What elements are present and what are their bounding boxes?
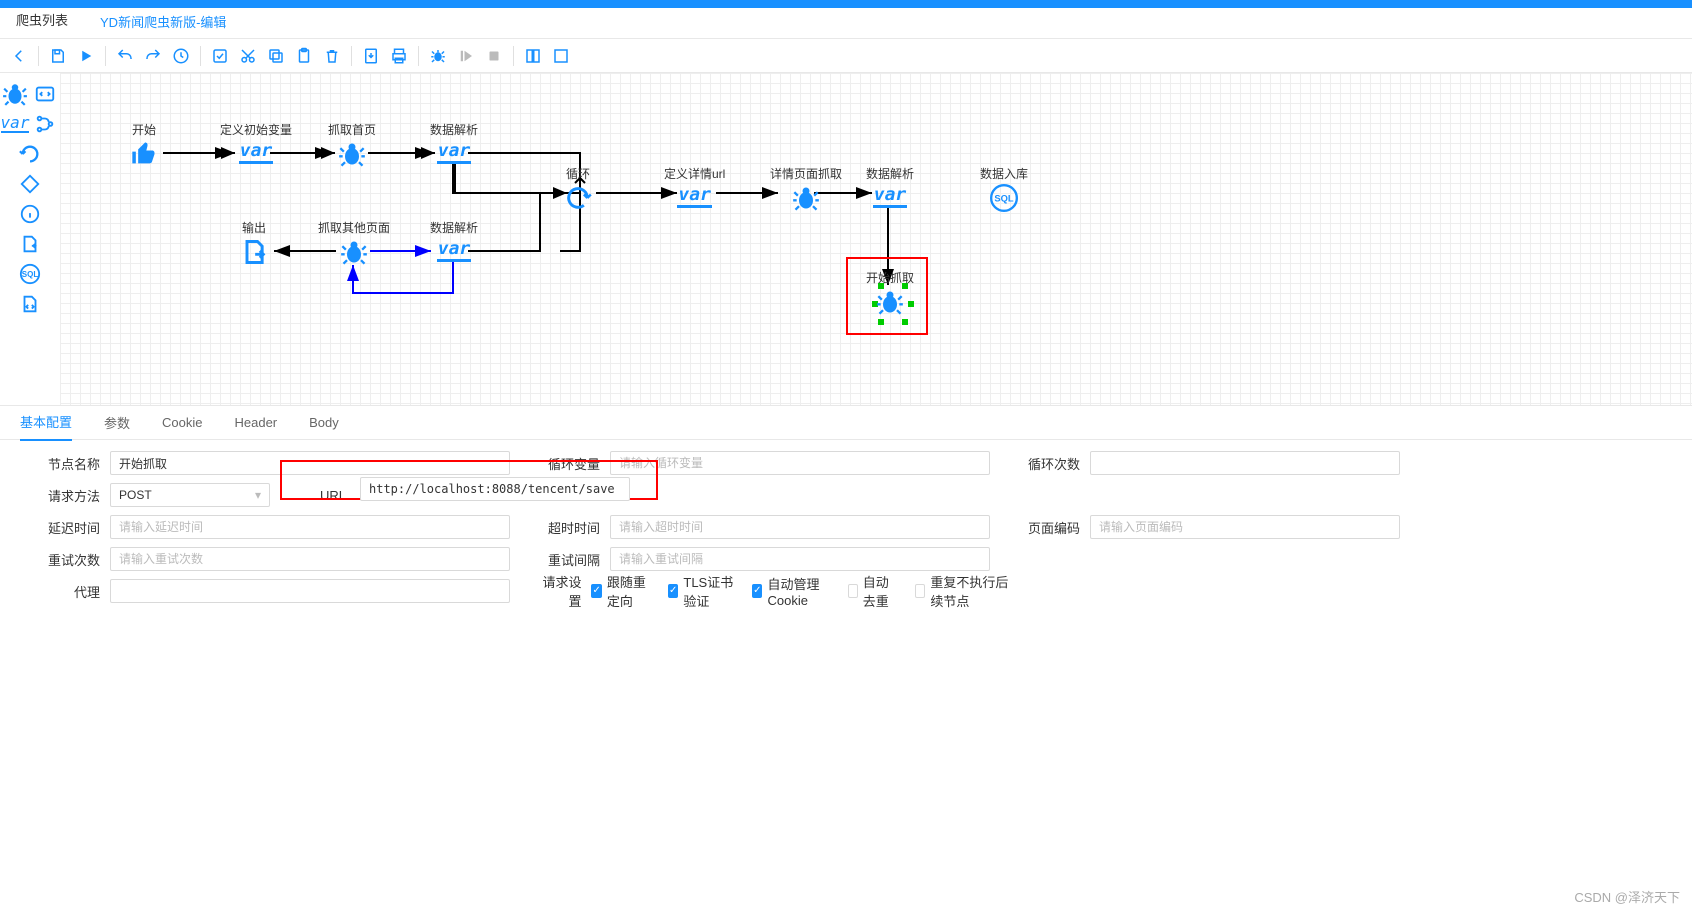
input-retry-interval[interactable] xyxy=(610,547,990,571)
output-icon xyxy=(240,238,268,266)
node-to-db[interactable]: 数据入库 SQL xyxy=(980,165,1028,212)
cb-auto-dedup[interactable]: 自动去重 xyxy=(848,572,897,610)
tab-body[interactable]: Body xyxy=(309,407,339,438)
toolbar xyxy=(0,39,1692,73)
bug-icon xyxy=(876,288,904,316)
input-page-encoding[interactable] xyxy=(1090,515,1400,539)
undo-icon[interactable] xyxy=(112,43,138,69)
node-def-init-var[interactable]: 定义初始变量 var xyxy=(220,121,292,164)
node-crawl-home[interactable]: 抓取首页 xyxy=(328,121,376,168)
label-method: 请求方法 xyxy=(10,486,110,505)
node-start[interactable]: 开始 xyxy=(130,121,158,168)
save-icon[interactable] xyxy=(45,43,71,69)
label-loop-var: 循环变量 xyxy=(530,454,610,473)
step-icon[interactable] xyxy=(453,43,479,69)
node-parse3[interactable]: 数据解析 var xyxy=(430,219,478,262)
paste-icon[interactable] xyxy=(291,43,317,69)
watermark: CSDN @泽济天下 xyxy=(1574,887,1680,906)
node-parse1[interactable]: 数据解析 var xyxy=(430,121,478,164)
debug-icon[interactable] xyxy=(425,43,451,69)
palette-diamond-icon[interactable] xyxy=(17,171,43,197)
bug-icon xyxy=(338,140,366,168)
palette-sql-icon[interactable]: SQL xyxy=(17,261,43,287)
copy-icon[interactable] xyxy=(263,43,289,69)
input-url[interactable] xyxy=(360,477,630,501)
node-start-crawl[interactable]: 开始抓取 xyxy=(866,269,914,316)
panel-tabs: 基本配置 参数 Cookie Header Body xyxy=(0,406,1692,440)
node-loop[interactable]: 循环 xyxy=(564,165,592,212)
tab-basic[interactable]: 基本配置 xyxy=(20,404,72,441)
delete-icon[interactable] xyxy=(319,43,345,69)
input-delay[interactable] xyxy=(110,515,510,539)
palette: var SQL xyxy=(0,73,60,405)
input-proxy[interactable] xyxy=(110,579,510,603)
back-icon[interactable] xyxy=(6,43,32,69)
bug-icon xyxy=(340,238,368,266)
layout1-icon[interactable] xyxy=(520,43,546,69)
label-node-name: 节点名称 xyxy=(10,454,110,473)
label-loop-count: 循环次数 xyxy=(1010,454,1090,473)
svg-text:SQL: SQL xyxy=(994,194,1013,204)
export-icon[interactable] xyxy=(358,43,384,69)
palette-code-icon[interactable] xyxy=(32,81,58,107)
palette-output-icon[interactable] xyxy=(17,231,43,257)
chevron-down-icon: ▾ xyxy=(255,488,261,502)
cut-icon[interactable] xyxy=(235,43,261,69)
play-icon[interactable] xyxy=(73,43,99,69)
label-delay: 延迟时间 xyxy=(10,518,110,537)
flow-canvas[interactable]: 开始 定义初始变量 var 抓取首页 数据解析 var 循环 定义详情url v… xyxy=(60,73,1692,405)
palette-branch-icon[interactable] xyxy=(32,111,58,137)
input-retry[interactable] xyxy=(110,547,510,571)
palette-var-icon[interactable]: var xyxy=(2,111,28,137)
tab-cookie[interactable]: Cookie xyxy=(162,407,202,438)
node-output[interactable]: 输出 xyxy=(240,219,268,266)
label-retry: 重试次数 xyxy=(10,550,110,569)
label-req-settings: 请求设置 xyxy=(530,572,591,610)
palette-info-icon[interactable] xyxy=(17,201,43,227)
input-loop-var[interactable] xyxy=(610,451,990,475)
label-timeout: 超时时间 xyxy=(530,518,610,537)
cb-repeat-no-exec[interactable]: 重复不执行后续节点 xyxy=(915,572,1010,610)
cb-follow-redirect[interactable]: 跟随重定向 xyxy=(591,572,650,610)
page-tabs: 爬虫列表 YD新闻爬虫新版-编辑 xyxy=(0,8,1692,39)
thumbs-up-icon xyxy=(130,140,158,168)
input-loop-count[interactable] xyxy=(1090,451,1400,475)
label-retry-interval: 重试间隔 xyxy=(530,550,610,569)
label-proxy: 代理 xyxy=(10,582,110,601)
palette-loop-icon[interactable] xyxy=(17,141,43,167)
tab-header[interactable]: Header xyxy=(235,407,278,438)
cb-tls-verify[interactable]: TLS证书验证 xyxy=(668,572,734,610)
print-icon[interactable] xyxy=(386,43,412,69)
layout2-icon[interactable] xyxy=(548,43,574,69)
form-area: 节点名称 请求方法 POST ▾ URL 延迟时间 重 xyxy=(0,440,1692,620)
sql-icon: SQL xyxy=(990,184,1018,212)
input-node-name[interactable] xyxy=(110,451,510,475)
stop-icon[interactable] xyxy=(481,43,507,69)
palette-bug-icon[interactable] xyxy=(2,81,28,107)
node-detail-crawl[interactable]: 详情页面抓取 xyxy=(770,165,842,212)
bug-icon xyxy=(792,184,820,212)
loop-icon xyxy=(564,184,592,212)
node-parse2[interactable]: 数据解析 var xyxy=(866,165,914,208)
tab-params[interactable]: 参数 xyxy=(104,405,130,440)
history-icon[interactable] xyxy=(168,43,194,69)
select-all-icon[interactable] xyxy=(207,43,233,69)
label-page-encoding: 页面编码 xyxy=(1010,518,1090,537)
node-def-detail-url[interactable]: 定义详情url var xyxy=(664,165,725,208)
tab-edit[interactable]: YD新闻爬虫新版-编辑 xyxy=(84,5,242,38)
select-method[interactable]: POST ▾ xyxy=(110,483,270,507)
input-timeout[interactable] xyxy=(610,515,990,539)
label-url: URL xyxy=(314,488,354,503)
palette-script-icon[interactable] xyxy=(17,291,43,317)
cb-auto-cookie[interactable]: 自动管理Cookie xyxy=(752,574,830,608)
tab-list[interactable]: 爬虫列表 xyxy=(0,3,84,38)
node-crawl-other[interactable]: 抓取其他页面 xyxy=(318,219,390,266)
redo-icon[interactable] xyxy=(140,43,166,69)
